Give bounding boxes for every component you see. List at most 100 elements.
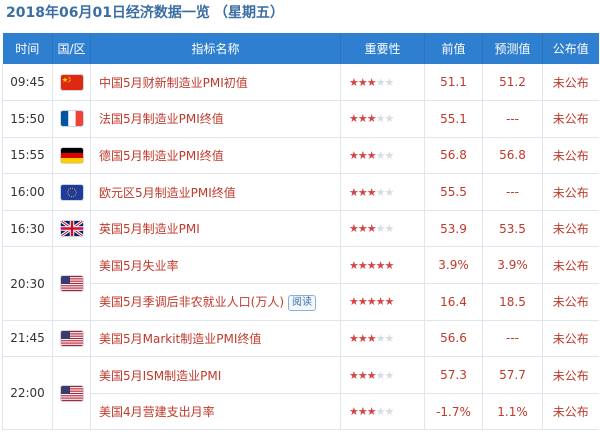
star-filled-icon: ★ [349, 75, 359, 89]
star-filled-icon: ★ [357, 258, 368, 272]
forecast-value: 1.1% [482, 393, 543, 431]
importance-stars: ★★★★★ [340, 356, 425, 394]
previous-value: 3.9% [424, 246, 483, 285]
star-filled-icon: ★ [366, 405, 377, 419]
star-empty-icon: ★ [384, 222, 395, 236]
row-time: 20:30 [2, 246, 53, 321]
star-filled-icon: ★ [375, 258, 386, 272]
star-filled-icon: ★ [366, 148, 377, 162]
table-row: 16:00 欧元区5月制造业PMI终值 ★★★★★ 55.5 --- 未公布 [2, 173, 599, 211]
column-header-forecast: 预测值 [482, 33, 543, 64]
row-time: 15:50 [2, 100, 53, 138]
actual-value: 未公布 [542, 100, 599, 138]
actual-value: 未公布 [542, 283, 599, 321]
star-empty-icon: ★ [384, 112, 395, 126]
indicator-link[interactable]: 中国5月财新制造业PMI初值 [90, 64, 341, 102]
forecast-value: 57.7 [482, 356, 543, 394]
star-filled-icon: ★ [349, 112, 359, 126]
indicator-link[interactable]: 美国5月失业率 [90, 246, 341, 285]
indicator-link[interactable]: 美国4月营建支出月率 [90, 393, 341, 431]
table-row: 20:30 美国5月失业率 ★★★★★ 3.9% 3.9% 未公布 [2, 246, 599, 321]
star-filled-icon: ★ [357, 75, 368, 89]
actual-value: 未公布 [542, 393, 599, 431]
star-filled-icon: ★ [349, 222, 359, 236]
row-country [52, 320, 91, 358]
table-row: 21:45 美国5月Markit制造业PMI终值 ★★★★★ 56.6 --- [2, 320, 599, 358]
france-flag-icon [60, 111, 83, 127]
importance-stars: ★★★★★ [340, 64, 425, 102]
star-filled-icon: ★ [366, 295, 377, 309]
star-empty-icon: ★ [375, 405, 386, 419]
actual-value: 未公布 [542, 356, 599, 394]
table-row: 22:00 美国5月ISM制造业PMI ★★★★★ 57.3 57.7 未公布 [2, 356, 599, 431]
star-filled-icon: ★ [357, 331, 368, 345]
star-filled-icon: ★ [366, 112, 377, 126]
star-filled-icon: ★ [366, 368, 377, 382]
star-filled-icon: ★ [366, 331, 377, 345]
star-empty-icon: ★ [384, 75, 395, 89]
indicator-link[interactable]: 英国5月制造业PMI [90, 210, 341, 248]
star-empty-icon: ★ [375, 331, 386, 345]
importance-stars: ★★★★★ [340, 100, 425, 138]
indicator-link[interactable]: 法国5月制造业PMI终值 [90, 100, 341, 138]
actual-value: 未公布 [542, 246, 599, 285]
star-empty-icon: ★ [375, 185, 386, 199]
indicator-link[interactable]: 美国5月ISM制造业PMI [90, 356, 341, 394]
actual-value: 未公布 [542, 320, 599, 358]
previous-value: 51.1 [424, 64, 483, 102]
indicator-link[interactable]: 美国5月Markit制造业PMI终值 [90, 320, 341, 358]
star-filled-icon: ★ [357, 148, 368, 162]
previous-value: 55.5 [424, 173, 483, 211]
usa-flag-icon [60, 330, 83, 346]
row-country [52, 356, 91, 431]
star-filled-icon: ★ [357, 185, 368, 199]
forecast-value: 53.5 [482, 210, 543, 248]
read-button[interactable]: 阅读 [288, 294, 316, 311]
table-row: 15:55 德国5月制造业PMI终值 ★★★★★ 56.8 56.8 未公布 [2, 137, 599, 175]
importance-stars: ★★★★★ [340, 210, 425, 248]
table-row: 美国4月营建支出月率 ★★★★★ -1.7% 1.1% 未公布 [3, 393, 599, 431]
column-header-previous: 前值 [424, 33, 483, 64]
indicator-link[interactable]: 德国5月制造业PMI终值 [90, 137, 341, 175]
star-filled-icon: ★ [375, 295, 386, 309]
row-time: 16:00 [2, 173, 53, 211]
star-empty-icon: ★ [384, 148, 395, 162]
table-row: 16:30 英国5月制造业PMI ★★★★★ 53.9 53.5 未公布 [2, 210, 599, 248]
star-filled-icon: ★ [349, 185, 359, 199]
table-row: 09:45 中国5月财新制造业PMI初值 ★★★★★ 51.1 51.2 未公布 [2, 64, 599, 102]
previous-value: 56.6 [424, 320, 483, 358]
star-empty-icon: ★ [384, 405, 395, 419]
importance-stars: ★★★★★ [340, 137, 425, 175]
row-country [52, 173, 91, 211]
column-header-actual: 公布值 [542, 33, 599, 64]
star-filled-icon: ★ [384, 295, 395, 309]
star-empty-icon: ★ [375, 368, 386, 382]
column-header-importance: 重要性 [340, 33, 425, 64]
star-empty-icon: ★ [375, 112, 386, 126]
actual-value: 未公布 [542, 173, 599, 211]
row-time: 22:00 [2, 356, 53, 431]
importance-stars: ★★★★★ [340, 320, 425, 358]
indicator-cell: 美国5月季调后非农就业人口(万人) 阅读 [90, 283, 341, 321]
star-filled-icon: ★ [349, 331, 359, 345]
star-filled-icon: ★ [357, 222, 368, 236]
star-empty-icon: ★ [384, 331, 395, 345]
page-title: 2018年06月01日经济数据一览 [6, 5, 210, 21]
row-time: 16:30 [2, 210, 53, 248]
actual-value: 未公布 [542, 64, 599, 102]
star-filled-icon: ★ [349, 148, 359, 162]
row-time: 09:45 [2, 64, 53, 102]
star-filled-icon: ★ [366, 75, 377, 89]
star-filled-icon: ★ [349, 295, 359, 309]
star-filled-icon: ★ [384, 258, 395, 272]
table-row: 15:50 法国5月制造业PMI终值 ★★★★★ 55.1 --- 未公布 [2, 100, 599, 138]
row-country [52, 100, 91, 138]
eu-flag-icon [60, 184, 83, 200]
column-header-indicator: 指标名称 [90, 33, 341, 64]
star-filled-icon: ★ [357, 112, 368, 126]
indicator-link[interactable]: 欧元区5月制造业PMI终值 [90, 173, 341, 211]
usa-flag-icon [60, 276, 83, 292]
previous-value: 55.1 [424, 100, 483, 138]
indicator-link[interactable]: 美国5月季调后非农就业人口(万人) [99, 295, 284, 309]
germany-flag-icon [60, 147, 83, 163]
